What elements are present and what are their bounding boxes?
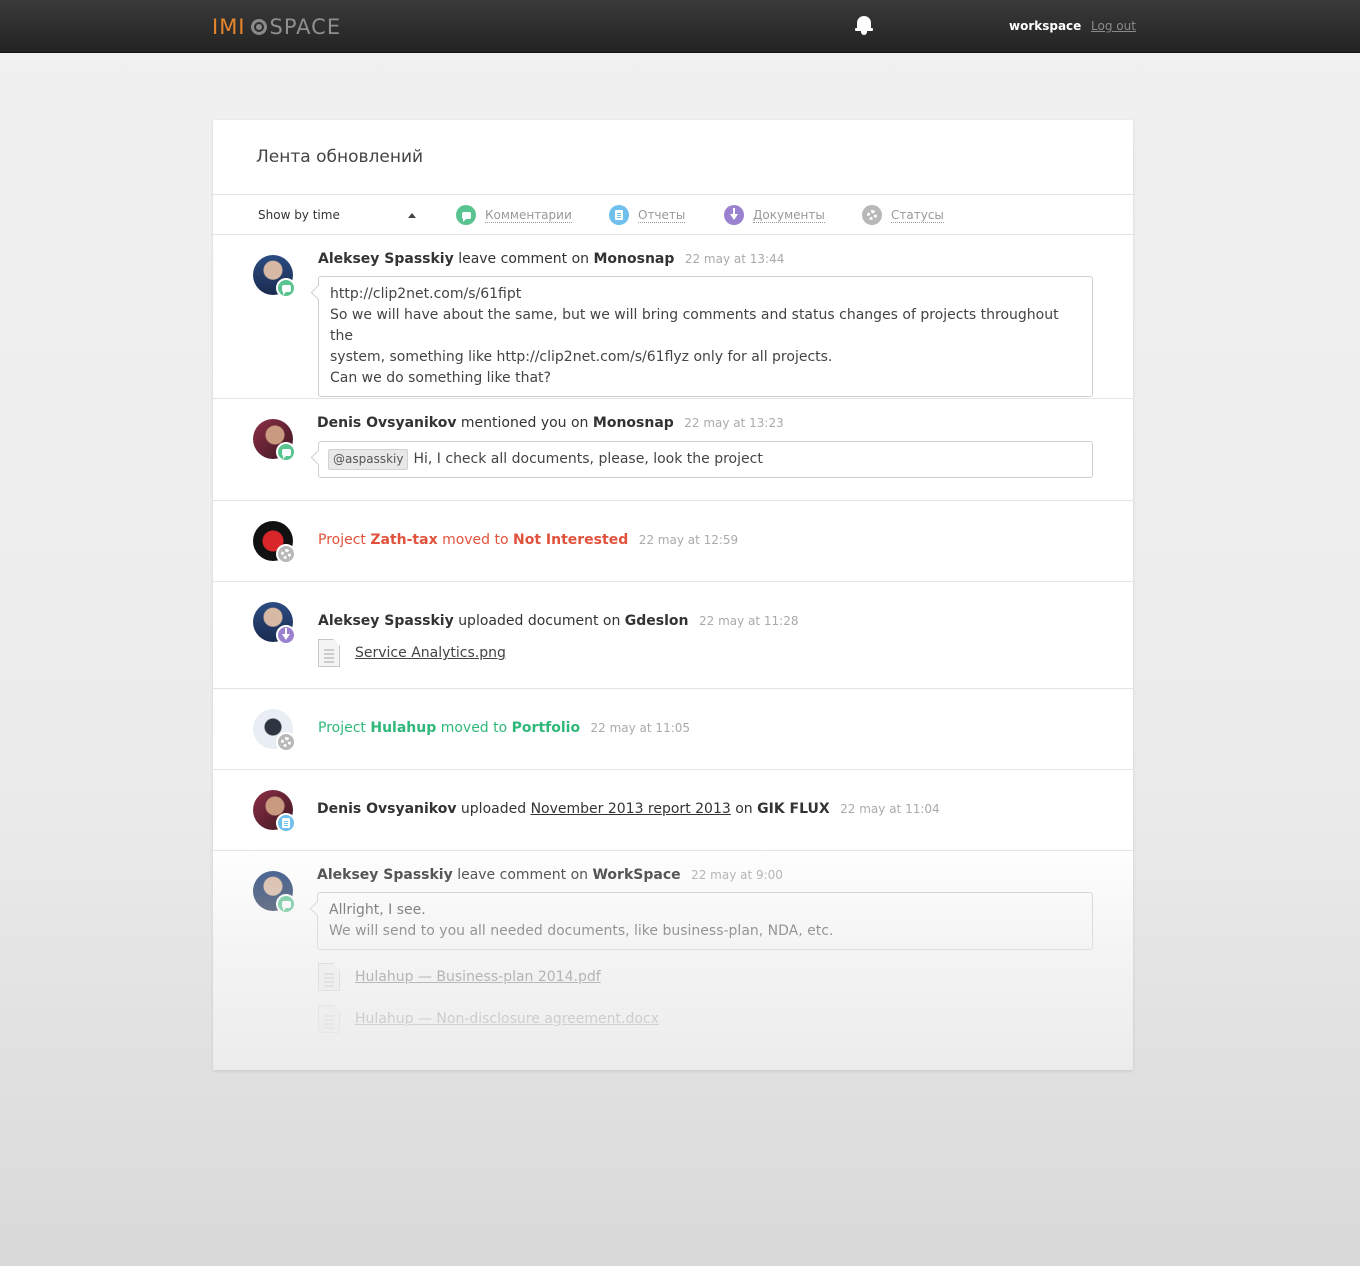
top-navigation-bar: IMI SPACE workspace Log out (0, 0, 1360, 53)
comment-line: system, something like http://clip2net.c… (330, 349, 833, 365)
feed-item: Project Hulahup moved to Portfolio 22 ma… (213, 689, 1133, 770)
status-change-text: Project Zath-tax moved to Not Interested… (318, 532, 738, 548)
report-icon (609, 205, 629, 225)
timestamp: 22 may at 13:23 (684, 416, 784, 430)
feed-item: Aleksey Spasskiy uploaded document on Gd… (213, 582, 1133, 689)
timestamp: 22 may at 11:28 (698, 614, 799, 628)
file-icon (318, 1005, 340, 1033)
file-link[interactable]: Hulahup — Non-disclosure agreement.docx (355, 1011, 659, 1027)
report-icon (276, 813, 296, 833)
feed-item-header: Aleksey Spasskiy uploaded document on Gd… (318, 613, 798, 629)
timestamp: 22 may at 13:44 (684, 252, 785, 266)
filter-label: Комментарии (485, 207, 572, 223)
comment-line: http://clip2net.com/s/61fipt (330, 286, 522, 302)
feed-item: Project Zath-tax moved to Not Interested… (213, 501, 1133, 582)
user-name[interactable]: Aleksey Spasskiy (318, 251, 454, 267)
file-icon (318, 639, 340, 667)
filter-documents[interactable]: Документы (724, 205, 825, 225)
attached-file[interactable]: Hulahup — Business-plan 2014.pdf (318, 963, 601, 991)
prefix-text: Project (318, 532, 366, 548)
project-name[interactable]: Hulahup (370, 720, 436, 736)
attached-file[interactable]: Service Analytics.png (318, 639, 506, 667)
feed-item-header: Aleksey Spasskiy leave comment on WorkSp… (317, 867, 783, 883)
download-icon (724, 205, 744, 225)
feed-item: Aleksey Spasskiy leave comment on WorkSp… (213, 851, 1133, 1070)
action-text: leave comment on (457, 867, 589, 883)
attached-file[interactable]: Hulahup — Non-disclosure agreement.docx (318, 1005, 659, 1033)
file-link[interactable]: Hulahup — Business-plan 2014.pdf (355, 969, 601, 985)
comment-line: So we will have about the same, but we w… (330, 307, 1059, 344)
timestamp: 22 may at 12:59 (638, 533, 739, 547)
action-text: uploaded document on (458, 613, 621, 629)
action-text: moved to (442, 532, 509, 548)
action-text: mentioned you on (460, 415, 589, 431)
activity-feed-card: Лента обновлений Show by time Комментари… (213, 120, 1133, 1070)
gear-icon (276, 732, 296, 752)
project-name[interactable]: WorkSpace (592, 867, 680, 883)
feed-item-header: Denis Ovsyanikov mentioned you on Monosn… (317, 415, 784, 431)
feed-item: Aleksey Spasskiy leave comment on Monosn… (213, 235, 1133, 399)
page-title: Лента обновлений (256, 147, 424, 167)
feed-filter-bar: Show by time Комментарии Отчеты Документ… (213, 194, 1133, 235)
comment-line: Can we do something like that? (330, 370, 551, 386)
comment-bubble: Allright, I see. We will send to you all… (317, 892, 1093, 950)
status-name: Portfolio (511, 720, 581, 736)
app-logo[interactable]: IMI SPACE (212, 13, 341, 41)
feed-item-header: Denis Ovsyanikov uploaded November 2013 … (317, 801, 940, 817)
comment-bubble: @aspasskiy Hi, I check all documents, ple… (318, 441, 1093, 478)
timestamp: 22 may at 9:00 (691, 868, 783, 882)
comment-icon (456, 205, 476, 225)
user-name[interactable]: Denis Ovsyanikov (317, 801, 456, 817)
logo-text-space: SPACE (269, 15, 342, 39)
filter-reports[interactable]: Отчеты (609, 205, 686, 225)
project-name[interactable]: Monosnap (593, 415, 674, 431)
prefix-text: Project (318, 720, 366, 736)
filter-statuses[interactable]: Статусы (862, 205, 944, 225)
report-link[interactable]: November 2013 report 2013 (531, 801, 731, 817)
comment-text: Hi, I check all documents, please, look … (413, 451, 763, 467)
comment-icon (276, 442, 296, 462)
logo-ring-icon (250, 19, 267, 35)
status-change-text: Project Hulahup moved to Portfolio 22 ma… (318, 720, 690, 736)
feed-item-header: Aleksey Spasskiy leave comment on Monosn… (318, 251, 784, 267)
action-text: leave comment on (458, 251, 590, 267)
action-text: on (735, 801, 753, 817)
filter-label: Документы (753, 207, 825, 223)
logout-link[interactable]: Log out (1091, 19, 1136, 33)
project-name[interactable]: Gdeslon (625, 613, 689, 629)
comment-line: Allright, I see. (329, 902, 426, 918)
action-text: moved to (440, 720, 508, 736)
project-name[interactable]: GIK FLUX (757, 801, 830, 817)
user-name[interactable]: Denis Ovsyanikov (317, 415, 456, 431)
timestamp: 22 may at 11:04 (840, 802, 940, 816)
action-text: uploaded (460, 801, 527, 817)
sort-arrow-icon[interactable] (408, 213, 416, 218)
comment-bubble: http://clip2net.com/s/61fipt So we will … (318, 276, 1093, 397)
comment-icon (276, 894, 296, 914)
download-icon (276, 625, 296, 645)
sort-dropdown[interactable]: Show by time (258, 208, 340, 222)
logo-text-imi: IMI (212, 15, 246, 39)
user-name[interactable]: Aleksey Spasskiy (317, 867, 453, 883)
filter-label: Статусы (891, 207, 944, 223)
project-name[interactable]: Monosnap (593, 251, 674, 267)
mention-tag[interactable]: @aspasskiy (328, 449, 409, 470)
notifications-bell-icon[interactable] (855, 15, 873, 35)
file-icon (318, 963, 340, 991)
workspace-link[interactable]: workspace (1009, 19, 1081, 33)
feed-item: Denis Ovsyanikov uploaded November 2013 … (213, 770, 1133, 851)
status-name: Not Interested (513, 532, 629, 548)
comment-line: We will send to you all needed documents… (329, 923, 834, 939)
feed-item: Denis Ovsyanikov mentioned you on Monosn… (213, 399, 1133, 501)
gear-icon (276, 544, 296, 564)
user-name[interactable]: Aleksey Spasskiy (318, 613, 454, 629)
filter-comments[interactable]: Комментарии (456, 205, 572, 225)
comment-icon (276, 278, 296, 298)
project-name[interactable]: Zath-tax (370, 532, 437, 548)
filter-label: Отчеты (638, 207, 686, 223)
gear-icon (862, 205, 882, 225)
timestamp: 22 may at 11:05 (590, 721, 691, 735)
file-link[interactable]: Service Analytics.png (355, 645, 506, 661)
